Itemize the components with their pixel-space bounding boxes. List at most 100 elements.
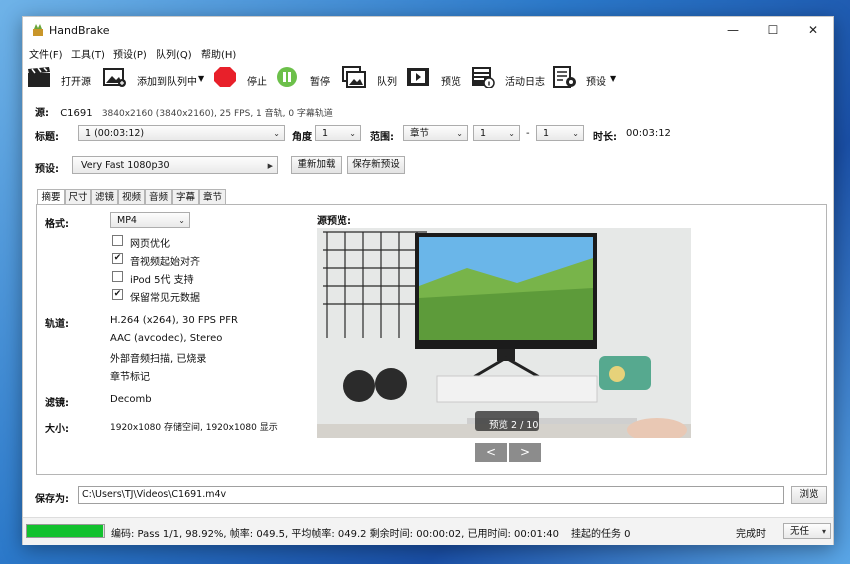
source-preview-image: 预览 2 / 10 bbox=[317, 228, 691, 438]
encode-progress-fill bbox=[27, 525, 104, 537]
maximize-button[interactable]: ☐ bbox=[753, 17, 793, 43]
minimize-button[interactable]: — bbox=[713, 17, 753, 43]
reload-preset-button[interactable]: 重新加载 bbox=[291, 156, 342, 174]
when-done-label: 完成时 bbox=[736, 529, 766, 540]
pause-button[interactable]: 暂停 bbox=[310, 73, 330, 88]
angle-select-value: 1 bbox=[322, 128, 329, 139]
size-label: 大小: bbox=[45, 424, 69, 435]
save-as-label: 保存为: bbox=[35, 494, 69, 505]
align-av-label: 音视频起始对齐 bbox=[130, 257, 200, 268]
title-select[interactable]: 1 (00:03:12) ⌄ bbox=[78, 125, 285, 141]
chevron-down-icon: ⌄ bbox=[508, 129, 515, 138]
preset-label: 预设: bbox=[35, 164, 59, 175]
tab-filters[interactable]: 滤镜 bbox=[91, 189, 118, 205]
title-bar: HandBrake — ☐ ✕ bbox=[23, 17, 833, 43]
browse-button[interactable]: 浏览 bbox=[791, 486, 827, 504]
save-path-input[interactable]: C:\Users\TJ\Videos\C1691.m4v bbox=[78, 486, 784, 504]
preview-scene bbox=[317, 228, 691, 438]
ipod-support-label: iPod 5代 支持 bbox=[130, 275, 194, 286]
add-to-queue-button[interactable]: 添加到队列中 bbox=[137, 73, 197, 88]
menu-file[interactable]: 文件(F) bbox=[29, 46, 63, 61]
preview-next-button[interactable]: > bbox=[509, 443, 541, 462]
preset-select[interactable]: Very Fast 1080p30 ▶ bbox=[72, 156, 278, 174]
angle-select[interactable]: 1 ⌄ bbox=[315, 125, 361, 141]
toolbar: 打开源 添加到队列中 ▼ 停止 暂停 队列 预览 活动日志 预设 ▼ bbox=[23, 61, 833, 95]
size-value: 1920x1080 存储空间, 1920x1080 显示 bbox=[110, 423, 278, 433]
format-select[interactable]: MP4 ⌄ bbox=[110, 212, 190, 228]
add-image-icon[interactable] bbox=[103, 66, 127, 88]
stop-button[interactable]: 停止 bbox=[247, 73, 267, 88]
angle-label: 角度 bbox=[292, 132, 312, 143]
range-start-select[interactable]: 1 ⌄ bbox=[473, 125, 520, 141]
track-subtitle-scan: 外部音频扫描, 已烧录 bbox=[110, 354, 207, 365]
chevron-down-icon: ⌄ bbox=[572, 129, 579, 138]
source-row: 源: C1691 3840x2160 (3840x2160), 25 FPS, … bbox=[35, 104, 333, 119]
tab-subtitles[interactable]: 字幕 bbox=[172, 189, 199, 205]
tab-audio[interactable]: 音频 bbox=[145, 189, 172, 205]
presets-dropdown-icon[interactable]: ▼ bbox=[610, 74, 616, 83]
range-separator: - bbox=[526, 128, 530, 139]
metadata-label: 保留常见元数据 bbox=[130, 293, 200, 304]
queue-icon[interactable] bbox=[342, 66, 366, 88]
window-title: HandBrake bbox=[49, 24, 110, 37]
close-button[interactable]: ✕ bbox=[793, 17, 833, 43]
clapperboard-icon[interactable] bbox=[27, 66, 51, 88]
preview-button[interactable]: 预览 bbox=[441, 73, 461, 88]
track-chapters: 章节标记 bbox=[110, 372, 150, 383]
range-type-select[interactable]: 章节 ⌄ bbox=[403, 125, 468, 141]
filters-value: Decomb bbox=[110, 394, 152, 405]
when-done-value: 无任 bbox=[790, 526, 810, 537]
when-done-select[interactable]: 无任 ▾ bbox=[783, 523, 831, 539]
chevron-down-icon: ⌄ bbox=[349, 129, 356, 138]
stop-icon[interactable] bbox=[213, 66, 237, 88]
open-source-button[interactable]: 打开源 bbox=[61, 73, 91, 88]
align-av-checkbox[interactable]: ✔ bbox=[112, 253, 123, 264]
track-audio: AAC (avcodec), Stereo bbox=[110, 333, 223, 344]
tab-dimensions[interactable]: 尺寸 bbox=[65, 189, 91, 205]
source-info: 3840x2160 (3840x2160), 25 FPS, 1 音轨, 0 字… bbox=[101, 109, 333, 119]
source-name: C1691 bbox=[60, 108, 93, 119]
chevron-right-icon: ▶ bbox=[267, 162, 273, 170]
format-label: 格式: bbox=[45, 219, 69, 230]
status-bar: 编码: Pass 1/1, 98.92%, 帧率: 049.5, 平均帧率: 0… bbox=[23, 517, 833, 545]
save-new-preset-button[interactable]: 保存新预设 bbox=[347, 156, 405, 174]
chevron-down-icon: ▾ bbox=[821, 527, 826, 536]
menu-tools[interactable]: 工具(T) bbox=[71, 46, 105, 61]
menu-presets[interactable]: 预设(P) bbox=[113, 46, 147, 61]
web-optimize-checkbox[interactable] bbox=[112, 235, 123, 246]
filters-label: 滤镜: bbox=[45, 398, 69, 409]
queue-button[interactable]: 队列 bbox=[377, 73, 397, 88]
ipod-support-checkbox[interactable] bbox=[112, 271, 123, 282]
preset-select-value: Very Fast 1080p30 bbox=[81, 160, 170, 171]
source-preview-label: 源预览: bbox=[317, 216, 351, 227]
range-end-select[interactable]: 1 ⌄ bbox=[536, 125, 584, 141]
menu-help[interactable]: 帮助(H) bbox=[201, 46, 236, 61]
format-select-value: MP4 bbox=[117, 215, 137, 226]
activity-log-button[interactable]: 活动日志 bbox=[505, 73, 545, 88]
metadata-checkbox[interactable]: ✔ bbox=[112, 289, 123, 300]
preview-film-icon[interactable] bbox=[406, 66, 430, 88]
chevron-down-icon: ⌄ bbox=[456, 129, 463, 138]
duration-label: 时长: bbox=[593, 132, 617, 143]
queue-pending-text: 挂起的任务 0 bbox=[571, 529, 631, 540]
title-label: 标题: bbox=[35, 132, 59, 143]
presets-icon[interactable] bbox=[553, 66, 577, 88]
chevron-down-icon: ⌄ bbox=[178, 216, 185, 225]
range-type-value: 章节 bbox=[410, 128, 430, 139]
add-to-queue-dropdown-icon[interactable]: ▼ bbox=[198, 74, 204, 83]
menu-bar: 文件(F) 工具(T) 预设(P) 队列(Q) 帮助(H) bbox=[23, 43, 833, 61]
chevron-down-icon: ⌄ bbox=[273, 129, 280, 138]
encode-status-text: 编码: Pass 1/1, 98.92%, 帧率: 049.5, 平均帧率: 0… bbox=[111, 529, 559, 540]
preview-prev-button[interactable]: < bbox=[475, 443, 507, 462]
tab-chapters[interactable]: 章节 bbox=[199, 189, 226, 205]
presets-button[interactable]: 预设 bbox=[586, 73, 606, 88]
title-select-value: 1 (00:03:12) bbox=[85, 128, 145, 139]
range-start-value: 1 bbox=[480, 128, 487, 139]
menu-queue[interactable]: 队列(Q) bbox=[156, 46, 192, 61]
pause-icon[interactable] bbox=[275, 66, 299, 88]
tracks-label: 轨道: bbox=[45, 319, 69, 330]
encode-progress-bar bbox=[26, 524, 105, 538]
tab-video[interactable]: 视频 bbox=[118, 189, 145, 205]
activity-log-icon[interactable] bbox=[471, 66, 495, 88]
handbrake-window: HandBrake — ☐ ✕ 文件(F) 工具(T) 预设(P) 队列(Q) … bbox=[22, 16, 834, 545]
